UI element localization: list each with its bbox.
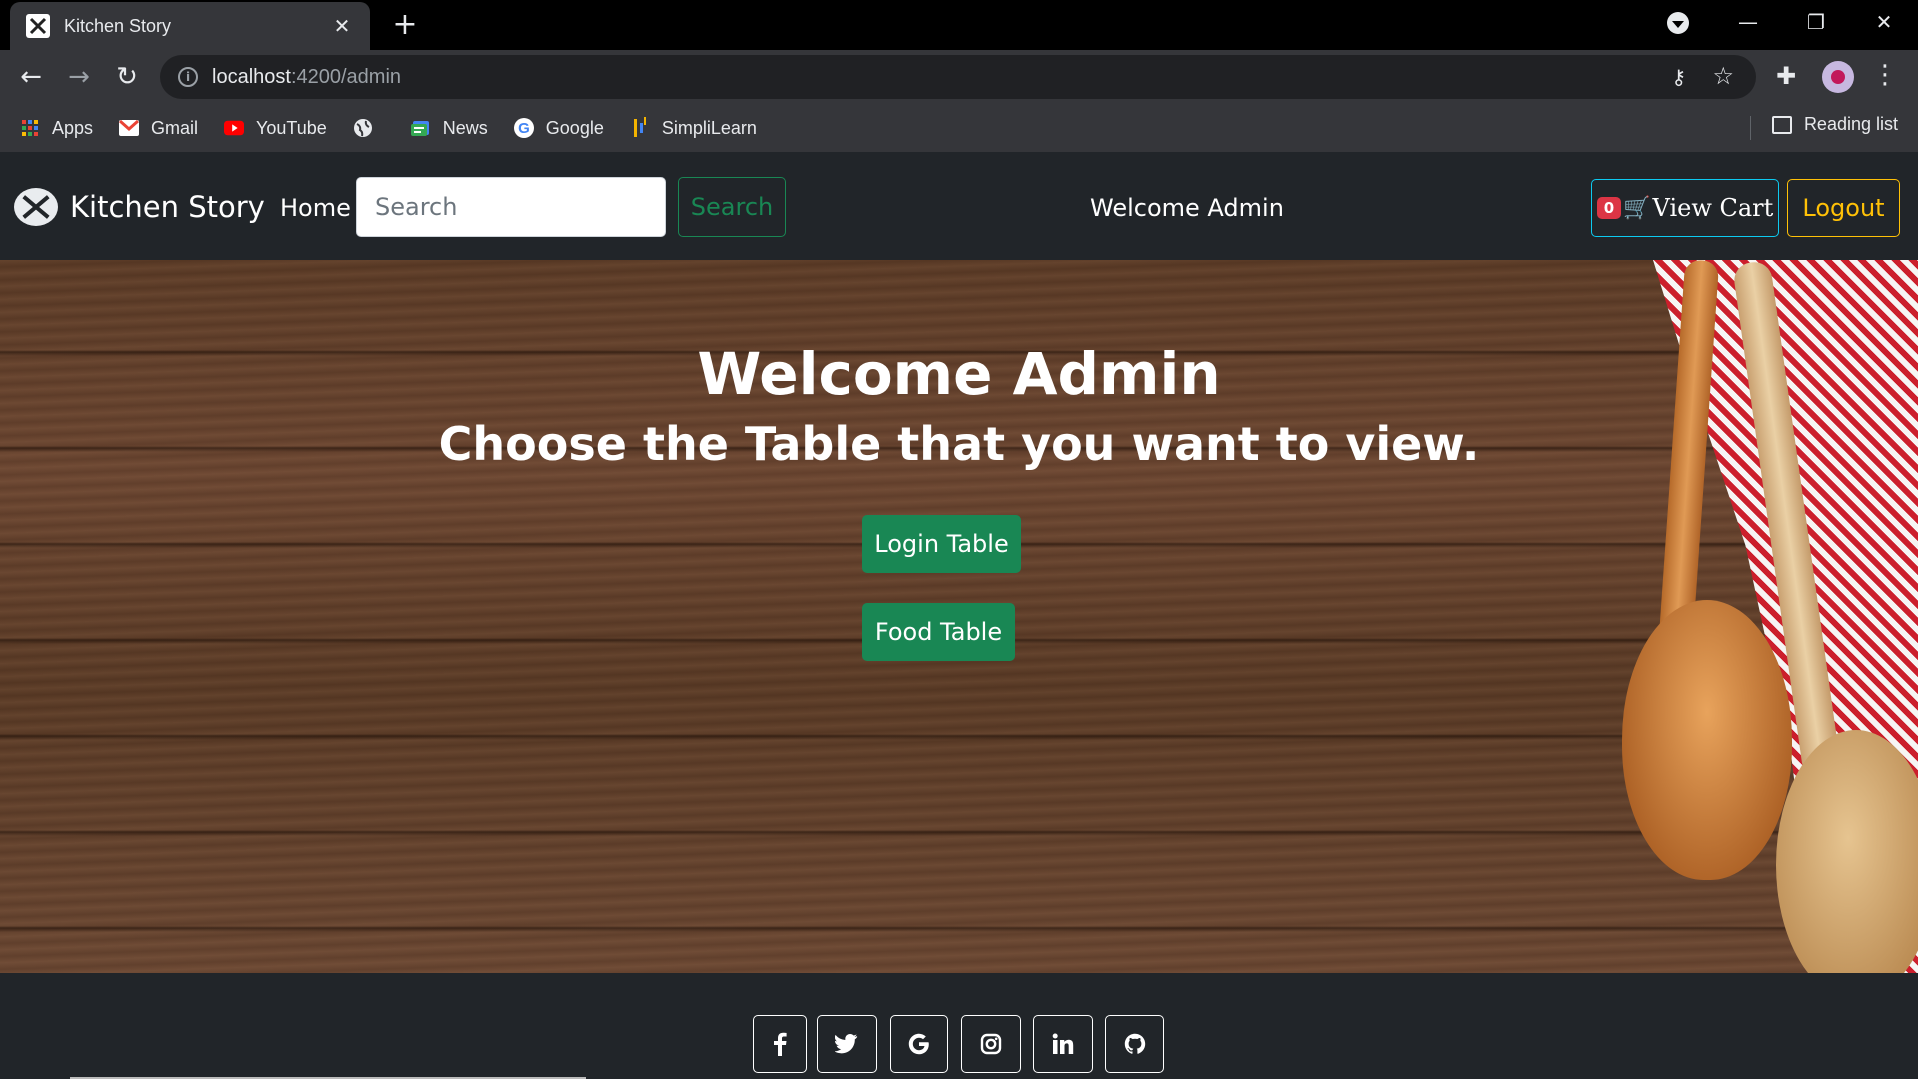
close-tab-icon[interactable]: ✕ xyxy=(330,14,354,38)
back-icon[interactable]: ← xyxy=(14,60,48,94)
google-icon[interactable] xyxy=(890,1015,948,1073)
nav-home-link[interactable]: Home xyxy=(280,194,351,222)
brand-name: Kitchen Story xyxy=(70,190,265,224)
browser-tab[interactable]: Kitchen Story ✕ xyxy=(10,2,370,50)
google-icon: G xyxy=(513,118,534,138)
food-table-button[interactable]: Food Table xyxy=(862,603,1015,661)
bookmark-globe[interactable] xyxy=(353,118,385,138)
tab-title: Kitchen Story xyxy=(64,15,172,36)
bookmark-youtube[interactable]: YouTube xyxy=(224,118,327,139)
globe-icon xyxy=(353,118,373,138)
close-window-icon[interactable]: ✕ xyxy=(1852,0,1916,44)
bookmark-label: SimpliLearn xyxy=(661,117,757,138)
cart-count-badge: 0 xyxy=(1596,197,1622,219)
bookmark-label: Gmail xyxy=(151,117,199,138)
profile-avatar[interactable] xyxy=(1822,61,1854,93)
gmail-icon xyxy=(119,118,140,138)
address-bar[interactable]: i localhost:4200/admin ⚷ ☆ xyxy=(160,55,1756,99)
new-tab-icon[interactable]: + xyxy=(388,8,422,42)
facebook-icon[interactable] xyxy=(753,1015,807,1073)
url-text[interactable]: localhost:4200/admin xyxy=(212,66,401,89)
youtube-icon xyxy=(224,118,245,138)
bookmark-google[interactable]: G Google xyxy=(513,117,604,139)
forward-icon[interactable]: → xyxy=(62,60,96,94)
page-subtitle: Choose the Table that you want to view. xyxy=(438,417,1480,471)
bookmark-news[interactable]: News xyxy=(410,117,488,139)
bookmark-label: YouTube xyxy=(256,117,327,138)
bookmarks-divider xyxy=(1750,116,1751,140)
browser-menu-icon[interactable]: ⋮ xyxy=(1872,60,1898,90)
instagram-icon[interactable] xyxy=(961,1015,1021,1073)
bookmarks-bar: Apps Gmail YouTube News G Google SimpliL… xyxy=(0,104,1918,152)
bookmark-gmail[interactable]: Gmail xyxy=(119,118,198,139)
site-navbar: Kitchen Story Home Search Welcome Admin … xyxy=(0,152,1918,260)
site-info-icon[interactable]: i xyxy=(178,67,198,87)
kitchen-story-favicon-icon xyxy=(26,14,50,38)
view-cart-label: View Cart xyxy=(1652,194,1774,222)
simplilearn-icon xyxy=(630,117,650,138)
shopping-cart-icon: 🛒 xyxy=(1623,195,1651,221)
url-host: localhost xyxy=(212,65,291,88)
news-icon xyxy=(410,118,431,138)
linkedin-icon[interactable] xyxy=(1033,1015,1093,1073)
search-button[interactable]: Search xyxy=(678,177,786,237)
reading-list-label: Reading list xyxy=(1803,114,1898,134)
reading-list-icon xyxy=(1771,115,1792,134)
restore-icon[interactable]: ❐ xyxy=(1784,0,1848,44)
apps-grid-icon xyxy=(20,118,40,138)
bookmark-label: Apps xyxy=(52,117,94,138)
view-cart-button[interactable]: 0 🛒 View Cart xyxy=(1591,179,1779,237)
password-key-icon[interactable]: ⚷ xyxy=(1671,65,1686,89)
minimize-icon[interactable]: — xyxy=(1716,0,1780,44)
login-table-button[interactable]: Login Table xyxy=(862,515,1021,573)
site-footer xyxy=(0,973,1918,1079)
bookmark-label: News xyxy=(442,117,488,138)
twitter-icon[interactable] xyxy=(817,1015,877,1073)
reading-list-button[interactable]: Reading list xyxy=(1771,114,1898,135)
search-input[interactable] xyxy=(356,177,666,237)
browser-tabstrip: Kitchen Story ✕ + — ❐ ✕ xyxy=(0,0,1918,50)
page-title: Welcome Admin xyxy=(697,340,1221,408)
reload-icon[interactable]: ↻ xyxy=(110,60,144,94)
bookmark-star-icon[interactable]: ☆ xyxy=(1712,62,1734,90)
wooden-spoon-image xyxy=(1622,600,1792,880)
bookmark-simplilearn[interactable]: SimpliLearn xyxy=(630,117,757,139)
hero-section: Welcome Admin Choose the Table that you … xyxy=(0,260,1918,973)
github-icon[interactable] xyxy=(1105,1015,1164,1073)
browser-toolbar: ← → ↻ i localhost:4200/admin ⚷ ☆ xyxy=(0,50,1918,104)
brand-link[interactable]: Kitchen Story xyxy=(14,188,265,226)
tab-search-icon[interactable] xyxy=(1667,12,1689,34)
extensions-puzzle-icon[interactable]: ✚ xyxy=(1776,62,1796,90)
url-path: :4200/admin xyxy=(290,65,402,88)
bookmark-apps[interactable]: Apps xyxy=(20,118,93,139)
bookmark-label: Google xyxy=(545,117,604,138)
kitchen-logo-icon xyxy=(14,188,58,226)
logout-button[interactable]: Logout xyxy=(1787,179,1900,237)
svg-text:G: G xyxy=(518,120,530,137)
welcome-text: Welcome Admin xyxy=(1090,194,1284,222)
